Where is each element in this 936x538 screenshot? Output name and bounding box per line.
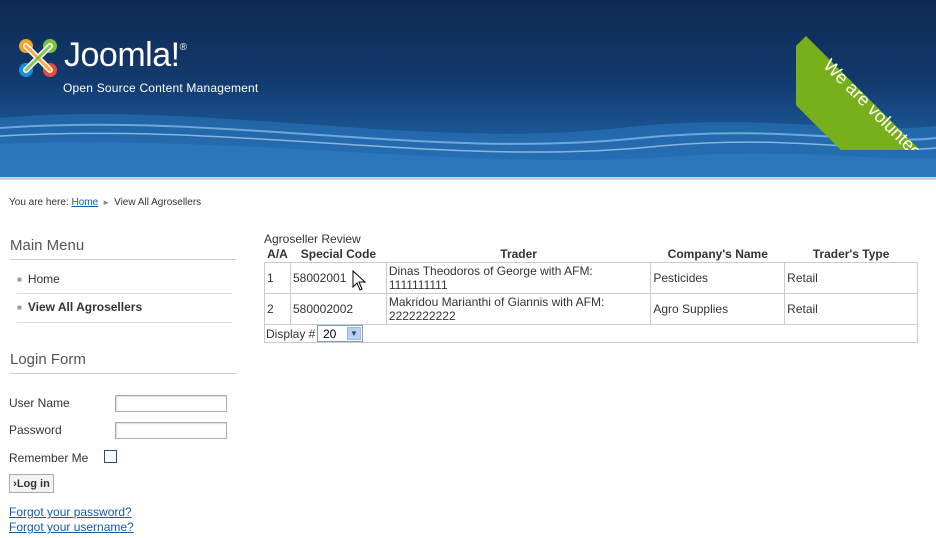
login-form-title: Login Form bbox=[10, 351, 86, 368]
forgot-username-link[interactable]: Forgot your username? bbox=[9, 520, 134, 534]
menu-item-home[interactable]: ■ Home bbox=[17, 272, 60, 286]
menu-item-view-all-agrosellers[interactable]: ■ View All Agrosellers bbox=[17, 300, 142, 314]
column-header-special-code[interactable]: Special Code bbox=[290, 246, 387, 263]
menu-divider bbox=[17, 322, 232, 323]
main-menu-divider bbox=[10, 259, 236, 260]
column-header-trader[interactable]: Trader bbox=[386, 246, 651, 263]
site-tagline: Open Source Content Management bbox=[63, 81, 259, 95]
site-header: Joomla!® Open Source Content Management … bbox=[0, 0, 936, 180]
breadcrumb: You are here: Home ► View All Agrosellers bbox=[9, 197, 201, 208]
cell-company-name: Pesticides bbox=[650, 262, 786, 294]
remember-me-checkbox[interactable] bbox=[104, 450, 117, 463]
login-form-divider bbox=[10, 373, 236, 374]
bullet-icon: ■ bbox=[17, 303, 22, 313]
menu-divider bbox=[17, 293, 232, 294]
breadcrumb-current: View All Agrosellers bbox=[114, 197, 202, 208]
cell-aa: 2 bbox=[264, 293, 291, 325]
breadcrumb-arrow-icon: ► bbox=[102, 198, 111, 207]
remember-me-label: Remember Me bbox=[9, 451, 89, 465]
menu-item-label: View All Agrosellers bbox=[27, 300, 143, 314]
cell-trader-type: Retail bbox=[784, 293, 918, 325]
display-count-value: 20 bbox=[323, 327, 337, 341]
forgot-password-link[interactable]: Forgot your password? bbox=[9, 505, 132, 519]
username-label: User Name bbox=[9, 396, 70, 410]
password-field[interactable] bbox=[115, 422, 227, 439]
breadcrumb-home-link[interactable]: Home bbox=[71, 197, 98, 208]
mouse-pointer-icon bbox=[352, 270, 367, 291]
table-row[interactable]: 2 580002002 Makridou Marianthi of Gianni… bbox=[264, 293, 918, 325]
review-title: Agroseller Review bbox=[264, 232, 361, 246]
pagination-row: Display # 20 ▼ bbox=[264, 324, 918, 343]
breadcrumb-prefix: You are here: bbox=[9, 197, 69, 208]
chevron-down-icon[interactable]: ▼ bbox=[347, 327, 361, 340]
cell-company-name: Agro Supplies bbox=[650, 293, 786, 325]
bullet-icon: ■ bbox=[17, 275, 22, 285]
cell-aa: 1 bbox=[264, 262, 291, 294]
ribbon-text: We are volunteers ! bbox=[819, 55, 936, 150]
cell-trader-type: Retail bbox=[784, 262, 918, 294]
menu-item-label: Home bbox=[27, 272, 60, 286]
username-field[interactable] bbox=[115, 395, 227, 412]
display-count-label: Display # bbox=[266, 327, 316, 341]
table-header-row: A/A Special Code Trader Company's Name T… bbox=[264, 246, 918, 263]
login-button[interactable]: ›Log in bbox=[9, 474, 54, 493]
column-header-company-name[interactable]: Company's Name bbox=[650, 246, 785, 263]
password-label: Password bbox=[9, 423, 62, 437]
joomla-logo-icon bbox=[19, 39, 57, 77]
logo-wordmark: Joomla!® bbox=[64, 36, 187, 74]
column-header-trader-type[interactable]: Trader's Type bbox=[784, 246, 918, 263]
display-count-select[interactable]: 20 ▼ bbox=[317, 325, 363, 342]
main-menu-title: Main Menu bbox=[10, 237, 85, 254]
joomla-logo[interactable]: Joomla!® Open Source Content Management bbox=[16, 36, 276, 100]
volunteers-ribbon: We are volunteers ! bbox=[796, 0, 936, 150]
cell-trader: Makridou Marianthi of Giannis with AFM: … bbox=[385, 293, 652, 325]
cell-trader: Dinas Theodoros of George with AFM: 1111… bbox=[385, 262, 652, 294]
cell-special-code: 580002002 bbox=[289, 293, 387, 325]
ribbon-band: We are volunteers ! bbox=[796, 36, 936, 150]
column-header-aa[interactable]: A/A bbox=[264, 246, 291, 263]
cell-special-code: 58002001 bbox=[289, 262, 387, 294]
